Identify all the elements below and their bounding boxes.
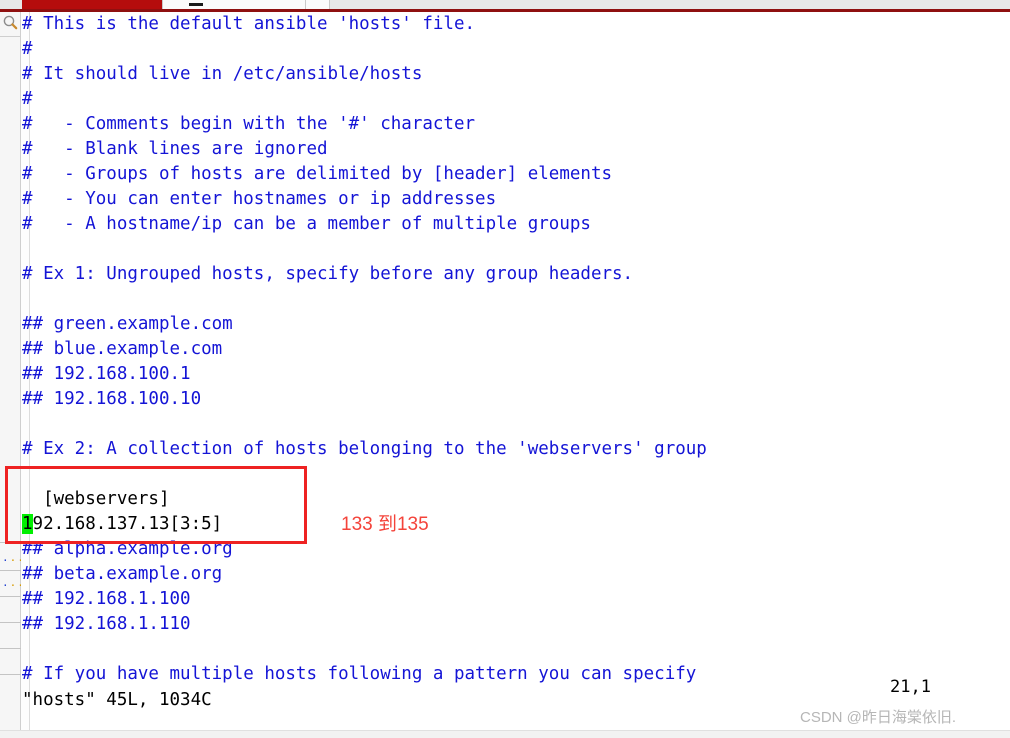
editor-line[interactable]: ## green.example.com [22,312,233,337]
text-cursor: 1 [22,514,33,534]
editor-line[interactable]: # This is the default ansible 'hosts' fi… [22,12,475,37]
editor-line[interactable]: # - A hostname/ip can be a member of mul… [22,212,591,237]
editor-line[interactable]: ## beta.example.org [22,562,222,587]
editor-line[interactable]: # - Groups of hosts are delimited by [he… [22,162,612,187]
rail-divider [0,36,21,37]
editor-line[interactable]: # Ex 2: A collection of hosts belonging … [22,437,707,462]
editor-line[interactable]: # - Blank lines are ignored [22,137,328,162]
status-cursor-position: 21,1 [890,677,931,697]
editor-line[interactable]: # - Comments begin with the '#' characte… [22,112,475,137]
rail-rule [0,648,21,649]
editor-line[interactable]: [webservers] [22,487,169,512]
status-file-info: "hosts" 45L, 1034C [22,690,212,710]
tab-minimize-icon [189,3,203,6]
editor-line[interactable]: # If you have multiple hosts following a… [22,662,696,687]
rail-rule [0,622,21,623]
editor-line[interactable]: ## blue.example.com [22,337,222,362]
editor-line[interactable]: # - You can enter hostnames or ip addres… [22,187,496,212]
editor-line[interactable]: # [22,37,33,62]
left-rail: ··· ··· [0,12,24,738]
editor-line[interactable]: ## 192.168.100.10 [22,387,201,412]
window-tab-bar [0,0,1010,12]
magnifier-icon[interactable] [2,14,19,31]
editor-line[interactable]: # [22,87,33,112]
editor-text-buffer[interactable]: # This is the default ansible 'hosts' fi… [22,12,1010,738]
csdn-watermark: CSDN @昨日海棠依旧. [800,709,957,726]
editor-line[interactable]: 192.168.137.13[3:5] [22,512,222,537]
editor-line[interactable]: # Ex 1: Ungrouped hosts, specify before … [22,262,633,287]
editor-line[interactable]: # It should live in /etc/ansible/hosts [22,62,422,87]
editor-line[interactable]: ## 192.168.1.110 [22,612,191,637]
rail-rule [0,542,21,543]
bottom-bar [0,730,1010,738]
editor-line[interactable]: ## 192.168.100.1 [22,362,191,387]
rail-rule [0,674,21,675]
editor-line[interactable]: ## 192.168.1.100 [22,587,191,612]
editor-line[interactable]: ## alpha.example.org [22,537,233,562]
rail-rule [0,570,21,571]
annotation-label: 133 到135 [341,514,429,535]
rail-rule [0,596,21,597]
